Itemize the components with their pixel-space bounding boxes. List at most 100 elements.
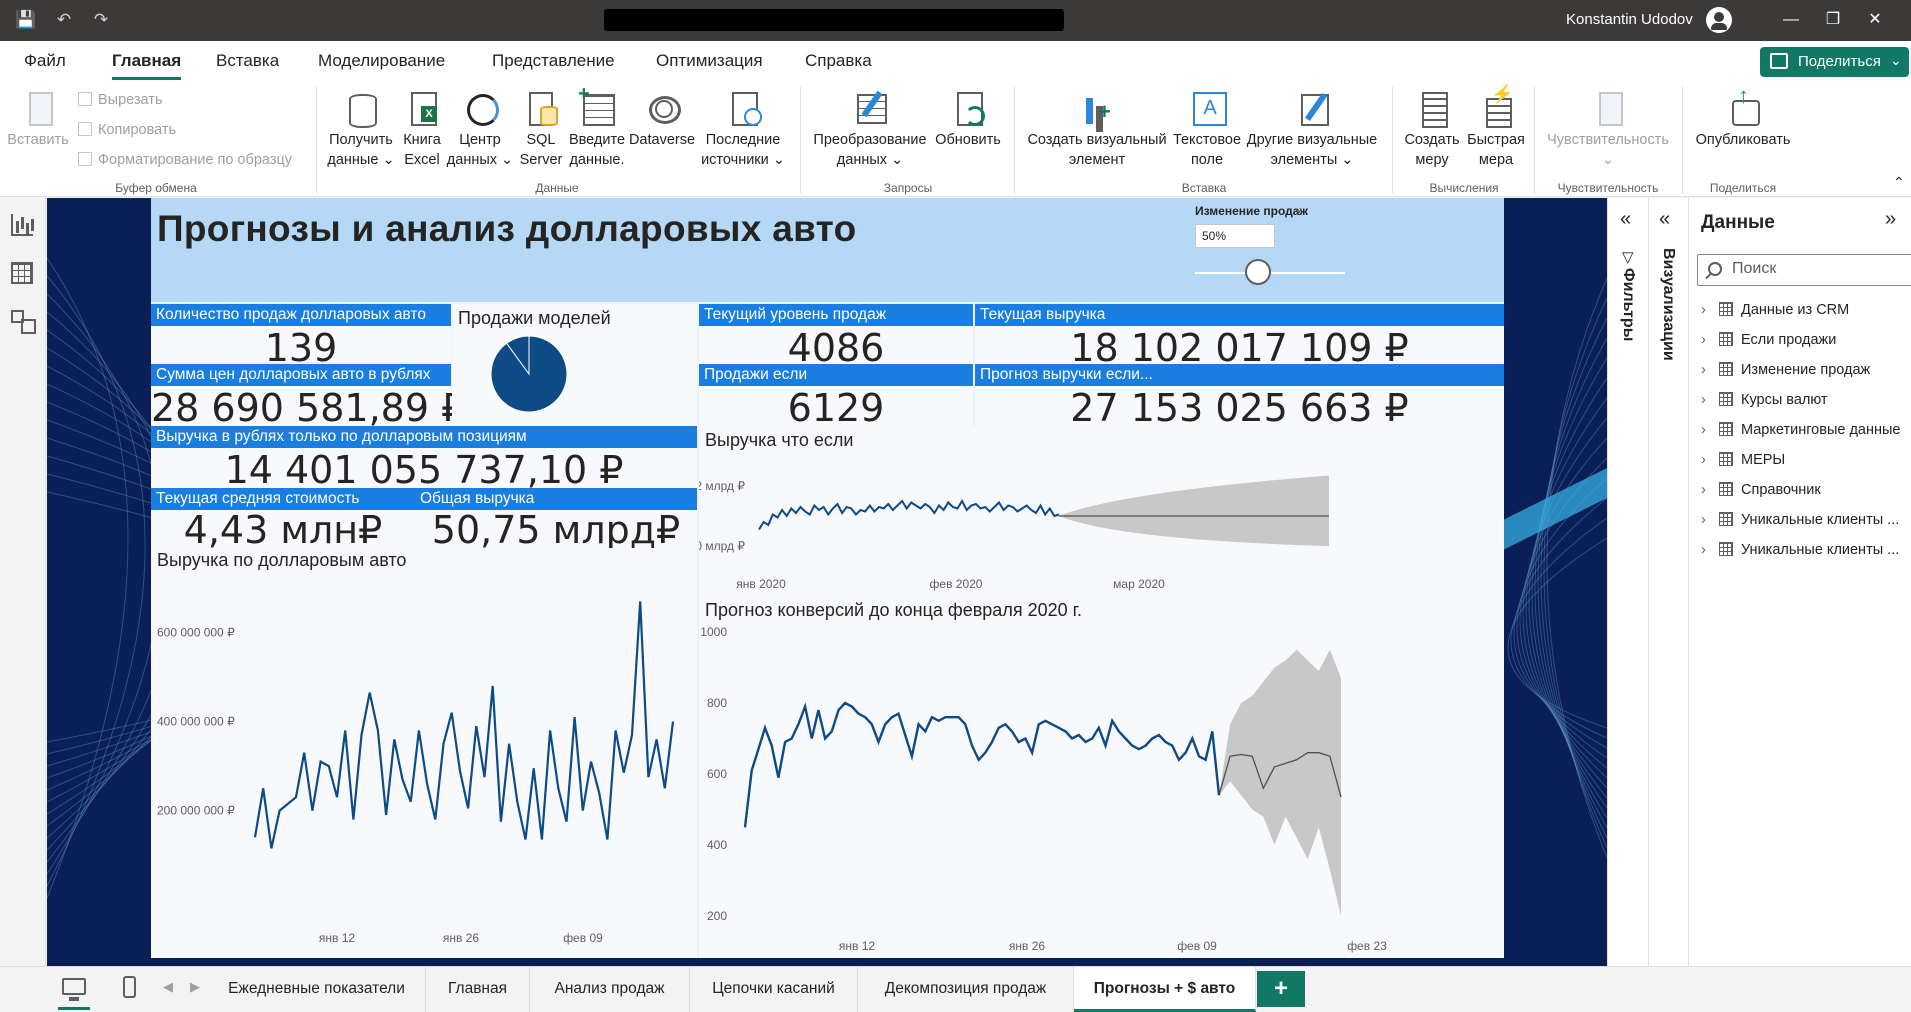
page-tab[interactable]: Декомпозиция продаж [858, 967, 1074, 1012]
report-view-icon[interactable] [11, 214, 33, 236]
tab-modeling[interactable]: Моделирование [318, 51, 445, 71]
kpi-card-sum[interactable]: Сумма цен долларовых авто в рублях 28 69… [151, 364, 465, 430]
get-data-button[interactable]: Получить данные ⌄ [322, 88, 400, 170]
field-table-item[interactable]: › Курсы валют [1701, 392, 1828, 414]
kpi-card-total-revenue[interactable]: Общая выручка 50,75 млрд₽ [415, 488, 697, 552]
desktop-layout-icon[interactable] [62, 978, 86, 1001]
dataverse-button[interactable]: Dataverse [628, 88, 696, 150]
restore-icon[interactable]: ❐ [1818, 8, 1848, 32]
group-label-calculations: Вычисления [1429, 181, 1499, 195]
more-visuals-button[interactable]: Другие визуальные элементы ⌄ [1244, 88, 1380, 170]
page-tab[interactable]: Главная [426, 967, 530, 1012]
quick-measure-button[interactable]: Быстрая мера [1464, 84, 1528, 170]
paste-button[interactable]: Вставить [4, 88, 72, 150]
tab-home[interactable]: Главная [112, 51, 182, 80]
publish-button[interactable]: Опубликовать [1690, 86, 1796, 150]
save-icon[interactable]: 💾 [14, 8, 38, 32]
expand-visualizations-icon[interactable]: « [1659, 208, 1670, 231]
chart-dollar-revenue[interactable]: Выручка по долларовым авто 600 000 000 ₽… [151, 548, 697, 958]
minimize-icon[interactable]: — [1776, 8, 1806, 32]
sensitivity-label: Чувствительность [1547, 132, 1669, 148]
tab-insert[interactable]: Вставка [216, 51, 279, 71]
page-tab[interactable]: Цепочки касаний [690, 967, 858, 1012]
tab-optimize[interactable]: Оптимизация [656, 51, 763, 71]
enter-data-button[interactable]: Введите данные. [566, 84, 628, 170]
cut-button[interactable]: Вырезать [78, 92, 163, 108]
desktop-layout-indicator [58, 1007, 90, 1010]
new-visual-button[interactable]: Создать визуальный элемент [1022, 88, 1172, 170]
sql-server-button[interactable]: SQL Server [518, 88, 564, 170]
chevron-right-icon[interactable]: ▶ [190, 979, 200, 995]
publish-label: Опубликовать [1695, 132, 1791, 148]
kpi-card-avg-price[interactable]: Текущая средняя стоимость 4,43 млн₽ [151, 488, 415, 552]
visualizations-pane-collapsed[interactable]: « Визуализации [1649, 198, 1689, 966]
pie-chart-models[interactable]: Продажи моделей [452, 304, 697, 426]
excel-button[interactable]: Книга Excel [400, 88, 444, 170]
chevron-down-icon[interactable]: ⌄ [1293, 200, 1305, 217]
wave-line [47, 257, 129, 899]
new-measure-button[interactable]: Создать меру [1400, 88, 1464, 170]
report-page: Прогнозы и анализ долларовых авто Измене… [47, 198, 1607, 966]
field-table-item[interactable]: › Справочник [1701, 482, 1821, 504]
page-tab-active[interactable]: Прогнозы + $ авто [1074, 967, 1256, 1012]
data-hub-button[interactable]: Центр данных ⌄ [446, 88, 514, 170]
group-label-sensitivity: Чувствительность [1557, 181, 1659, 195]
copy-button[interactable]: Копировать [78, 122, 176, 138]
field-table-item[interactable]: › МЕРЫ [1701, 452, 1785, 474]
text-box-button[interactable]: Текстовое поле [1172, 88, 1242, 170]
add-page-button[interactable]: + [1257, 971, 1305, 1007]
recent-sources-button[interactable]: Последние источники ⌄ [698, 88, 788, 170]
refresh-button[interactable]: Обновить [932, 88, 1004, 150]
kpi-card-sales-if[interactable]: Продажи если 6129 [699, 364, 973, 430]
forecast-band [1059, 475, 1329, 546]
model-view-icon[interactable] [11, 310, 36, 334]
card-title: Сумма цен долларовых авто в рублях [151, 364, 451, 386]
transform-data-button[interactable]: Преобразование данных ⌄ [808, 88, 932, 170]
kpi-card-revenue-usd[interactable]: Выручка в рублях только по долларовым по… [151, 426, 697, 492]
share-icon [1770, 53, 1788, 69]
tab-file[interactable]: Файл [24, 51, 66, 71]
expand-filters-icon[interactable]: « [1620, 208, 1631, 231]
tab-view[interactable]: Представление [492, 51, 615, 71]
format-painter-button[interactable]: Форматирование по образцу [78, 152, 292, 168]
field-table-label: Данные из CRM [1741, 302, 1850, 318]
field-table-item[interactable]: › Уникальные клиенты ... [1701, 542, 1899, 564]
search-input[interactable]: Поиск [1697, 254, 1911, 286]
x-tick-label: фев 09 [1177, 939, 1217, 953]
x-tick-label: фев 2020 [930, 577, 983, 591]
kpi-card-current-revenue[interactable]: Текущая выручка 18 102 017 109 ₽ [975, 304, 1504, 370]
page-tab[interactable]: Ежедневные показатели [208, 967, 426, 1012]
kpi-card-revenue-forecast[interactable]: Прогноз выручки если... 27 153 025 663 ₽ [975, 364, 1504, 430]
tab-help[interactable]: Справка [805, 51, 872, 71]
page-tab[interactable]: Анализ продаж [530, 967, 690, 1012]
chart-whatif-revenue[interactable]: Выручка что если 2 млрд ₽0 млрд ₽ янв 202… [699, 426, 1504, 596]
field-table-item[interactable]: › Данные из CRM [1701, 302, 1849, 324]
title-bar: 💾 ↶ ↷ Konstantin Udodov — ❐ ✕ [0, 0, 1911, 41]
chevron-left-icon[interactable]: ◀ [163, 979, 173, 995]
header-band: Прогнозы и анализ долларовых авто Измене… [151, 198, 1504, 302]
user-avatar-icon[interactable] [1706, 7, 1732, 33]
kpi-card-sales-level[interactable]: Текущий уровень продаж 4086 [699, 304, 973, 370]
undo-icon[interactable]: ↶ [52, 8, 76, 32]
collapse-ribbon-icon[interactable]: ⌃ [1893, 174, 1905, 191]
user-name[interactable]: Konstantin Udodov [1566, 11, 1693, 28]
ribbon-tabs: Файл Главная Вставка Моделирование Предс… [0, 41, 1911, 82]
share-button[interactable]: Поделиться ⌄ [1760, 47, 1909, 77]
slicer-value-input[interactable]: 50% [1195, 224, 1275, 248]
collapse-data-pane-icon[interactable]: » [1885, 208, 1896, 231]
table-view-icon[interactable] [11, 262, 33, 284]
chart-conversion-forecast[interactable]: Прогноз конверсий до конца февраля 2020 … [699, 596, 1504, 958]
field-table-item[interactable]: › Уникальные клиенты ... [1701, 512, 1899, 534]
redo-icon[interactable]: ↷ [89, 8, 113, 32]
close-icon[interactable]: ✕ [1860, 8, 1890, 32]
field-table-item[interactable]: › Если продажи [1701, 332, 1836, 354]
filters-pane-collapsed[interactable]: « ▽ Фильтры [1607, 198, 1649, 966]
field-table-label: Если продажи [1741, 332, 1837, 348]
field-table-item[interactable]: › Изменение продаж [1701, 362, 1870, 384]
kpi-card-count[interactable]: Количество продаж долларовых авто 139 [151, 304, 451, 370]
sensitivity-button[interactable]: Чувствительность ⌄ [1540, 88, 1676, 170]
mobile-layout-icon[interactable] [123, 976, 136, 998]
field-table-item[interactable]: › Маркетинговые данные [1701, 422, 1901, 444]
card-title: Текущая средняя стоимость [151, 488, 415, 510]
slicer-handle[interactable] [1245, 259, 1271, 285]
